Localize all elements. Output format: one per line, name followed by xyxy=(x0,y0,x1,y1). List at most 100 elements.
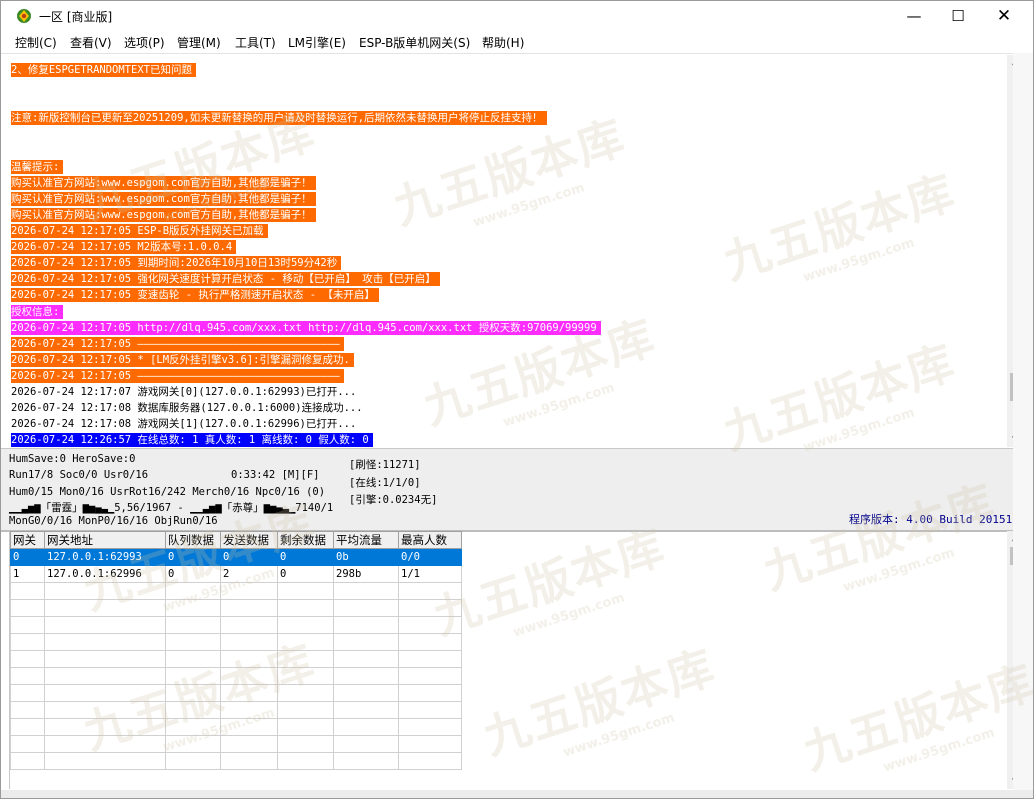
table-cell xyxy=(333,701,399,719)
status-panel: HumSave:0 HeroSave:0 Run17/8 Soc0/0 Usr0… xyxy=(1,448,1033,532)
log-panel[interactable]: 2、修复ESPGETRANDOMTEXT已知问题 注意:新版控制台已更新至2025… xyxy=(9,55,1007,447)
table-cell xyxy=(333,735,399,753)
menu-control[interactable]: 控制(C) xyxy=(15,34,57,51)
maximize-button[interactable]: ☐ xyxy=(935,1,981,31)
log-line: 2026-07-24 12:17:08 数据库服务器(127.0.0.1:600… xyxy=(11,402,363,415)
log-line: 购买认准官方网站:www.espgom.com官方自助,其他都是骗子！ xyxy=(11,191,316,206)
table-cell xyxy=(277,616,334,634)
table-row[interactable]: 1 127.0.0.1:62996 0 2 0 298b 1/1 xyxy=(10,565,462,583)
table-cell xyxy=(220,701,278,719)
table-row-empty[interactable] xyxy=(10,650,462,668)
menu-view[interactable]: 查看(V) xyxy=(70,34,112,51)
log-line: 2026-07-24 12:17:05 ————————————————————… xyxy=(11,368,344,383)
col-queue-data[interactable]: 队列数据 xyxy=(165,531,221,549)
table-cell xyxy=(333,684,399,702)
table-cell: 127.0.0.1:62993 xyxy=(44,548,166,566)
log-line: 2026-07-24 12:17:05 ————————————————————… xyxy=(11,336,344,351)
table-header-row: 网关 网关地址 队列数据 发送数据 剩余数据 平均流量 最高人数 xyxy=(10,531,462,549)
table-cell xyxy=(277,752,334,770)
col-remaining-data[interactable]: 剩余数据 xyxy=(277,531,334,549)
table-cell xyxy=(10,599,45,617)
table-cell xyxy=(10,701,45,719)
table-row-empty[interactable] xyxy=(10,616,462,634)
menu-manage[interactable]: 管理(M) xyxy=(177,34,221,51)
table-cell xyxy=(44,701,166,719)
watermark-text: 九五版本库 xyxy=(797,654,1034,780)
program-version: 程序版本: 4.00 Build 20151104 xyxy=(849,513,1033,526)
table-row-empty[interactable] xyxy=(10,752,462,770)
table-cell: 1 xyxy=(10,565,45,583)
table-row-empty[interactable] xyxy=(10,684,462,702)
col-sent-data[interactable]: 发送数据 xyxy=(220,531,278,549)
watermark-text: 九五版本库 xyxy=(477,639,723,765)
table-cell xyxy=(165,616,221,634)
log-line: 2026-07-24 12:26:57 在线总数: 1 真人数: 1 离线数: … xyxy=(11,433,373,447)
table-cell xyxy=(165,735,221,753)
menu-lm-engine[interactable]: LM引擎(E) xyxy=(288,34,346,51)
log-line: 2026-07-24 12:17:05 ESP-B版反外挂网关已加载 xyxy=(11,224,268,238)
table-cell xyxy=(398,684,462,702)
table-cell: 127.0.0.1:62996 xyxy=(44,565,166,583)
table-cell xyxy=(165,650,221,668)
menu-options[interactable]: 选项(P) xyxy=(124,34,165,51)
table-cell xyxy=(220,633,278,651)
table-cell xyxy=(10,684,45,702)
col-max-users[interactable]: 最高人数 xyxy=(398,531,462,549)
table-cell xyxy=(220,616,278,634)
menu-esp-gateway[interactable]: ESP-B版单机网关(S) xyxy=(359,34,470,51)
status-uptime: 0:33:42 [M][F] xyxy=(231,469,320,481)
table-cell: 0 xyxy=(10,548,45,566)
menu-tools[interactable]: 工具(T) xyxy=(235,34,276,51)
minimize-button[interactable]: — xyxy=(891,1,937,31)
app-icon xyxy=(17,9,31,23)
col-gateway[interactable]: 网关 xyxy=(10,531,45,549)
table-cell xyxy=(44,616,166,634)
table-cell xyxy=(333,650,399,668)
log-line: 2026-07-24 12:17:05 到期时间:2026年10月10日13时5… xyxy=(11,256,342,271)
table-cell xyxy=(44,752,166,770)
watermark-url: www.95gm.com xyxy=(561,710,677,761)
table-cell xyxy=(333,616,399,634)
table-cell xyxy=(220,582,278,600)
table-cell xyxy=(220,718,278,736)
table-row[interactable]: 0 127.0.0.1:62993 0 0 0 0b 0/0 xyxy=(10,548,462,566)
table-cell xyxy=(10,633,45,651)
table-row-empty[interactable] xyxy=(10,718,462,736)
close-button[interactable]: ✕ xyxy=(981,1,1027,31)
table-cell xyxy=(398,582,462,600)
table-cell xyxy=(44,633,166,651)
table-cell xyxy=(398,701,462,719)
log-line: 注意:新版控制台已更新至20251209,如未更新替换的用户请及时替换运行,后期… xyxy=(11,111,547,126)
status-engine: [引擎:0.0234无] xyxy=(349,494,438,506)
watermark-url: www.95gm.com xyxy=(841,545,957,596)
table-row-empty[interactable] xyxy=(10,667,462,685)
table-row-empty[interactable] xyxy=(10,735,462,753)
table-cell xyxy=(44,582,166,600)
menu-help[interactable]: 帮助(H) xyxy=(482,34,524,51)
table-cell xyxy=(44,650,166,668)
col-avg-traffic[interactable]: 平均流量 xyxy=(333,531,399,549)
table-cell xyxy=(277,633,334,651)
table-row-empty[interactable] xyxy=(10,701,462,719)
table-row-empty[interactable] xyxy=(10,582,462,600)
table-row-empty[interactable] xyxy=(10,599,462,617)
status-refresh: [刷怪:11271] xyxy=(349,459,421,471)
table-cell xyxy=(220,650,278,668)
log-line: 2026-07-24 12:17:05 M2版本号:1.0.0.4 xyxy=(11,240,237,255)
col-gateway-address[interactable]: 网关地址 xyxy=(44,531,166,549)
table-row-empty[interactable] xyxy=(10,633,462,651)
table-cell xyxy=(277,667,334,685)
table-cell xyxy=(333,718,399,736)
title-bar[interactable]: 一区 [商业版] — ☐ ✕ xyxy=(1,1,1033,31)
table-cell: 1/1 xyxy=(398,565,462,583)
table-cell xyxy=(398,718,462,736)
watermark: 九五版本库 www.95gm.com xyxy=(794,646,1034,797)
table-cell xyxy=(165,752,221,770)
table-cell xyxy=(44,667,166,685)
gateway-table: 网关 网关地址 队列数据 发送数据 剩余数据 平均流量 最高人数 0 127.0.… xyxy=(9,531,462,789)
log-line: 2026-07-24 12:17:08 游戏网关[1](127.0.0.1:62… xyxy=(11,418,357,431)
log-line: 2026-07-24 12:17:05 http://dlq.945.com/x… xyxy=(11,320,601,335)
table-cell xyxy=(220,684,278,702)
table-cell xyxy=(165,582,221,600)
table-cell xyxy=(277,650,334,668)
